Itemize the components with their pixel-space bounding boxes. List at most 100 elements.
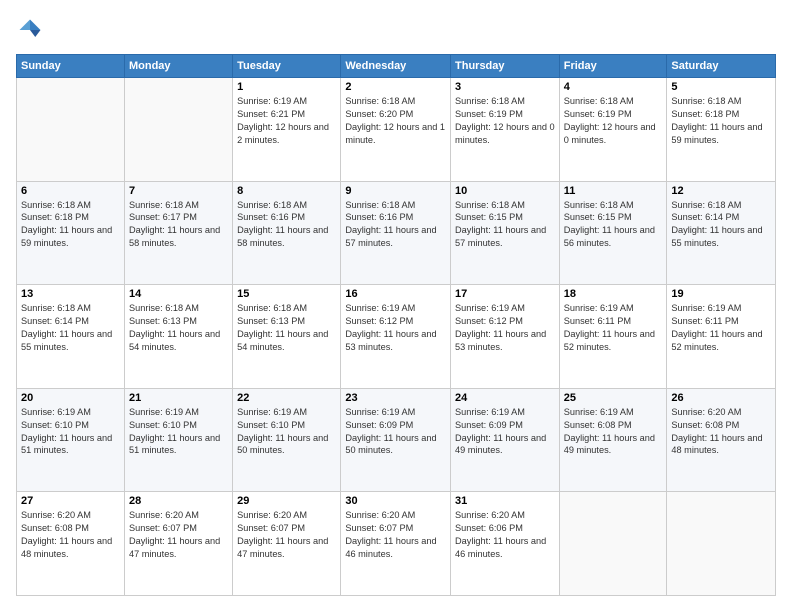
- day-number: 13: [21, 288, 120, 300]
- calendar-cell: 21 Sunrise: 6:19 AMSunset: 6:10 PMDayligh…: [124, 388, 232, 492]
- day-detail: Sunrise: 6:18 AMSunset: 6:17 PMDaylight:…: [129, 199, 228, 251]
- logo: [16, 16, 48, 44]
- calendar-cell: 19Sunrise: 6:19 AMSunset: 6:11 PMDayligh…: [667, 285, 776, 389]
- day-number: 22: [237, 392, 336, 404]
- column-header-friday: Friday: [559, 55, 667, 78]
- calendar-cell: [667, 492, 776, 596]
- day-number: 8: [237, 185, 336, 197]
- calendar-cell: 26 Sunrise: 6:20 AMSunset: 6:08 PMDayligh…: [667, 388, 776, 492]
- calendar-cell: [17, 78, 125, 182]
- calendar-header-row: SundayMondayTuesdayWednesdayThursdayFrid…: [17, 55, 776, 78]
- day-detail: Sunrise: 6:19 AMSunset: 6:10 PMDaylight:…: [237, 406, 336, 458]
- calendar-table: SundayMondayTuesdayWednesdayThursdayFrid…: [16, 54, 776, 596]
- day-number: 7: [129, 185, 228, 197]
- day-detail: Sunrise: 6:19 AMSunset: 6:08 PMDaylight:…: [564, 406, 663, 458]
- day-number: 24: [455, 392, 555, 404]
- calendar-cell: 3 Sunrise: 6:18 AMSunset: 6:19 PMDaylight…: [451, 78, 560, 182]
- calendar-cell: 14 Sunrise: 6:18 AMSunset: 6:13 PMDayligh…: [124, 285, 232, 389]
- calendar-cell: 12Sunrise: 6:18 AMSunset: 6:14 PMDayligh…: [667, 181, 776, 285]
- page: SundayMondayTuesdayWednesdayThursdayFrid…: [0, 0, 792, 612]
- calendar-cell: 23 Sunrise: 6:19 AMSunset: 6:09 PMDayligh…: [341, 388, 451, 492]
- week-row-3: 13 Sunrise: 6:18 AMSunset: 6:14 PMDayligh…: [17, 285, 776, 389]
- day-number: 29: [237, 495, 336, 507]
- day-detail: Sunrise: 6:19 AMSunset: 6:10 PMDaylight:…: [129, 406, 228, 458]
- day-detail: Sunrise: 6:19 AMSunset: 6:11 PMDaylight:…: [564, 302, 663, 354]
- calendar-cell: [124, 78, 232, 182]
- calendar-cell: 5Sunrise: 6:18 AMSunset: 6:18 PMDaylight…: [667, 78, 776, 182]
- day-detail: Sunrise: 6:18 AMSunset: 6:13 PMDaylight:…: [129, 302, 228, 354]
- day-number: 28: [129, 495, 228, 507]
- calendar-cell: 10Sunrise: 6:18 AMSunset: 6:15 PMDayligh…: [451, 181, 560, 285]
- day-number: 5: [671, 81, 771, 93]
- calendar-cell: 11 Sunrise: 6:18 AMSunset: 6:15 PMDayligh…: [559, 181, 667, 285]
- week-row-2: 6 Sunrise: 6:18 AMSunset: 6:18 PMDaylight…: [17, 181, 776, 285]
- calendar-cell: 16 Sunrise: 6:19 AMSunset: 6:12 PMDayligh…: [341, 285, 451, 389]
- column-header-saturday: Saturday: [667, 55, 776, 78]
- day-detail: Sunrise: 6:20 AMSunset: 6:08 PMDaylight:…: [671, 406, 771, 458]
- day-number: 11: [564, 185, 663, 197]
- day-number: 17: [455, 288, 555, 300]
- day-detail: Sunrise: 6:18 AMSunset: 6:18 PMDaylight:…: [21, 199, 120, 251]
- calendar-cell: 18Sunrise: 6:19 AMSunset: 6:11 PMDayligh…: [559, 285, 667, 389]
- calendar-cell: 7 Sunrise: 6:18 AMSunset: 6:17 PMDaylight…: [124, 181, 232, 285]
- calendar-cell: [559, 492, 667, 596]
- calendar-cell: 6 Sunrise: 6:18 AMSunset: 6:18 PMDaylight…: [17, 181, 125, 285]
- day-number: 1: [237, 81, 336, 93]
- day-number: 21: [129, 392, 228, 404]
- calendar-cell: 31 Sunrise: 6:20 AMSunset: 6:06 PMDayligh…: [451, 492, 560, 596]
- calendar-cell: 8 Sunrise: 6:18 AMSunset: 6:16 PMDaylight…: [233, 181, 341, 285]
- day-detail: Sunrise: 6:20 AMSunset: 6:07 PMDaylight:…: [345, 509, 446, 561]
- day-detail: Sunrise: 6:18 AMSunset: 6:19 PMDaylight:…: [455, 95, 555, 147]
- week-row-5: 27 Sunrise: 6:20 AMSunset: 6:08 PMDayligh…: [17, 492, 776, 596]
- logo-icon: [16, 16, 44, 44]
- day-detail: Sunrise: 6:18 AMSunset: 6:15 PMDaylight:…: [564, 199, 663, 251]
- column-header-tuesday: Tuesday: [233, 55, 341, 78]
- calendar-cell: 13 Sunrise: 6:18 AMSunset: 6:14 PMDayligh…: [17, 285, 125, 389]
- column-header-monday: Monday: [124, 55, 232, 78]
- column-header-wednesday: Wednesday: [341, 55, 451, 78]
- day-number: 27: [21, 495, 120, 507]
- calendar-cell: 30Sunrise: 6:20 AMSunset: 6:07 PMDayligh…: [341, 492, 451, 596]
- day-detail: Sunrise: 6:20 AMSunset: 6:07 PMDaylight:…: [237, 509, 336, 561]
- day-detail: Sunrise: 6:18 AMSunset: 6:14 PMDaylight:…: [671, 199, 771, 251]
- day-detail: Sunrise: 6:20 AMSunset: 6:06 PMDaylight:…: [455, 509, 555, 561]
- calendar-cell: 9Sunrise: 6:18 AMSunset: 6:16 PMDaylight…: [341, 181, 451, 285]
- day-number: 4: [564, 81, 663, 93]
- day-number: 26: [671, 392, 771, 404]
- calendar-cell: 20 Sunrise: 6:19 AMSunset: 6:10 PMDayligh…: [17, 388, 125, 492]
- day-detail: Sunrise: 6:18 AMSunset: 6:13 PMDaylight:…: [237, 302, 336, 354]
- day-detail: Sunrise: 6:18 AMSunset: 6:14 PMDaylight:…: [21, 302, 120, 354]
- calendar-cell: 24Sunrise: 6:19 AMSunset: 6:09 PMDayligh…: [451, 388, 560, 492]
- column-header-thursday: Thursday: [451, 55, 560, 78]
- day-detail: Sunrise: 6:18 AMSunset: 6:20 PMDaylight:…: [345, 95, 446, 147]
- calendar-cell: 15 Sunrise: 6:18 AMSunset: 6:13 PMDayligh…: [233, 285, 341, 389]
- day-detail: Sunrise: 6:19 AMSunset: 6:10 PMDaylight:…: [21, 406, 120, 458]
- header: [16, 16, 776, 44]
- day-detail: Sunrise: 6:20 AMSunset: 6:08 PMDaylight:…: [21, 509, 120, 561]
- day-detail: Sunrise: 6:19 AMSunset: 6:12 PMDaylight:…: [345, 302, 446, 354]
- day-detail: Sunrise: 6:18 AMSunset: 6:15 PMDaylight:…: [455, 199, 555, 251]
- calendar-cell: 27 Sunrise: 6:20 AMSunset: 6:08 PMDayligh…: [17, 492, 125, 596]
- day-number: 9: [345, 185, 446, 197]
- day-number: 31: [455, 495, 555, 507]
- day-detail: Sunrise: 6:19 AMSunset: 6:09 PMDaylight:…: [345, 406, 446, 458]
- day-number: 15: [237, 288, 336, 300]
- day-number: 25: [564, 392, 663, 404]
- day-number: 6: [21, 185, 120, 197]
- week-row-4: 20 Sunrise: 6:19 AMSunset: 6:10 PMDayligh…: [17, 388, 776, 492]
- day-number: 3: [455, 81, 555, 93]
- calendar-cell: 4 Sunrise: 6:18 AMSunset: 6:19 PMDaylight…: [559, 78, 667, 182]
- day-number: 20: [21, 392, 120, 404]
- day-number: 14: [129, 288, 228, 300]
- day-number: 16: [345, 288, 446, 300]
- calendar-cell: 22 Sunrise: 6:19 AMSunset: 6:10 PMDayligh…: [233, 388, 341, 492]
- calendar-cell: 1 Sunrise: 6:19 AMSunset: 6:21 PMDaylight…: [233, 78, 341, 182]
- day-detail: Sunrise: 6:19 AMSunset: 6:11 PMDaylight:…: [671, 302, 771, 354]
- calendar-cell: 29 Sunrise: 6:20 AMSunset: 6:07 PMDayligh…: [233, 492, 341, 596]
- day-detail: Sunrise: 6:18 AMSunset: 6:16 PMDaylight:…: [237, 199, 336, 251]
- day-number: 23: [345, 392, 446, 404]
- column-header-sunday: Sunday: [17, 55, 125, 78]
- day-detail: Sunrise: 6:19 AMSunset: 6:21 PMDaylight:…: [237, 95, 336, 147]
- day-number: 2: [345, 81, 446, 93]
- day-detail: Sunrise: 6:18 AMSunset: 6:19 PMDaylight:…: [564, 95, 663, 147]
